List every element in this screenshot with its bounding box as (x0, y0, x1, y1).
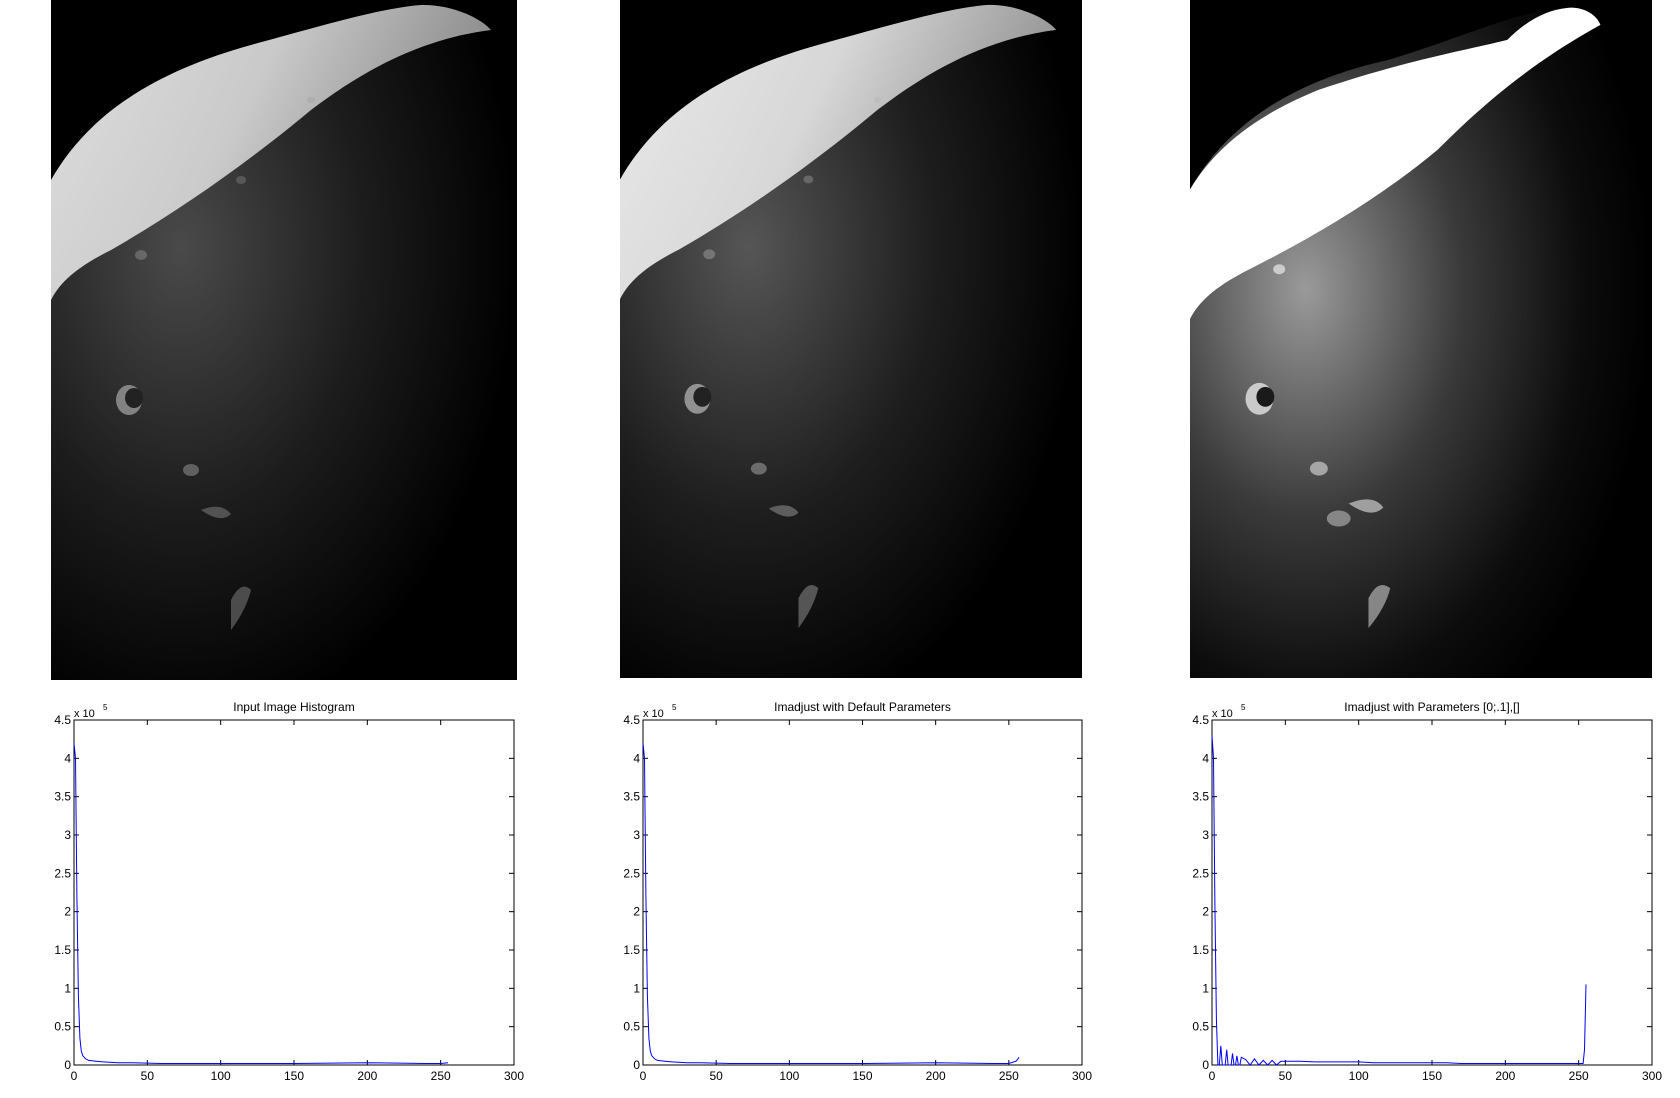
x-tick-label: 100 (1349, 1069, 1369, 1083)
y-multiplier-exponent: 5 (1241, 703, 1246, 712)
x-tick-label: 0 (71, 1069, 78, 1083)
plot-frame (1211, 719, 1653, 1066)
phobos-imadjust-clipped (1190, 0, 1652, 678)
phobos-input-image (51, 0, 517, 680)
y-tick-label: 2 (1202, 905, 1209, 919)
x-tick-label: 200 (357, 1069, 377, 1083)
y-tick-label: 4 (64, 751, 71, 765)
x-tick-label: 50 (1279, 1069, 1293, 1083)
x-tick-label: 250 (431, 1069, 451, 1083)
histogram-chart: Imadjust with Parameters [0;.1],[]x 1050… (1192, 700, 1662, 1083)
histogram-chart: Input Image Histogramx 1050 50 100 150 200 25… (54, 700, 524, 1083)
y-tick-label: 4 (633, 751, 640, 765)
y-tick-label: 0 (64, 1058, 71, 1072)
y-tick-label: 0.5 (623, 1020, 640, 1034)
x-tick-label: 200 (1495, 1069, 1515, 1083)
x-tick-label: 250 (999, 1069, 1019, 1083)
x-tick-label: 150 (284, 1069, 304, 1083)
y-multiplier-exponent: 5 (672, 703, 677, 712)
x-tick-label: 100 (211, 1069, 231, 1083)
chart-title: Input Image Histogram (233, 700, 354, 714)
y-tick-label: 2.5 (1192, 866, 1209, 880)
y-tick-label: 1 (633, 981, 640, 995)
y-tick-label: 1 (64, 981, 71, 995)
plot-frame (73, 719, 515, 1066)
plot-frame (642, 719, 1083, 1066)
histogram-chart: Imadjust with Default Parametersx 1050 50… (623, 700, 1092, 1083)
y-tick-label: 2 (64, 905, 71, 919)
x-tick-label: 200 (926, 1069, 946, 1083)
x-tick-label: 0 (640, 1069, 647, 1083)
y-tick-label: 2.5 (54, 866, 71, 880)
y-tick-label: 3 (64, 828, 71, 842)
y-multiplier-label: x 10 (74, 708, 95, 720)
y-multiplier-label: x 10 (1212, 708, 1233, 720)
figure: Input Image Histogram x 10 5 0 50 100 150 200 25… (0, 0, 1680, 1098)
phobos-imadjust-default (620, 0, 1082, 678)
histogram-series-line (642, 742, 1020, 1064)
x-tick-label: 300 (1072, 1069, 1092, 1083)
y-tick-label: 2.5 (623, 866, 640, 880)
x-tick-label: 100 (779, 1069, 799, 1083)
x-tick-label: 50 (709, 1069, 723, 1083)
x-tick-label: 250 (1569, 1069, 1589, 1083)
y-tick-label: 4 (1202, 751, 1209, 765)
y-tick-label: 0.5 (1192, 1020, 1209, 1034)
y-tick-label: 1 (1202, 981, 1209, 995)
y-multiplier-exponent: 5 (103, 703, 108, 712)
x-tick-label: 150 (1422, 1069, 1442, 1083)
x-tick-label: 0 (1209, 1069, 1216, 1083)
y-multiplier-label: x 10 (643, 708, 664, 720)
histogram-series-line (73, 742, 449, 1064)
y-tick-label: 4.5 (54, 713, 71, 727)
y-tick-label: 0 (1202, 1058, 1209, 1072)
y-tick-label: 0 (633, 1058, 640, 1072)
x-tick-label: 50 (141, 1069, 155, 1083)
y-tick-label: 3.5 (1192, 790, 1209, 804)
y-tick-label: 1.5 (623, 943, 640, 957)
x-tick-label: 300 (1642, 1069, 1662, 1083)
y-tick-label: 3.5 (54, 790, 71, 804)
chart-title: Imadjust with Parameters [0;.1],[] (1344, 700, 1519, 714)
y-tick-label: 1.5 (1192, 943, 1209, 957)
y-tick-label: 3 (633, 828, 640, 842)
x-tick-label: 300 (504, 1069, 524, 1083)
y-tick-label: 0.5 (54, 1020, 71, 1034)
y-tick-label: 4.5 (623, 713, 640, 727)
y-tick-label: 4.5 (1192, 713, 1209, 727)
y-tick-label: 3 (1202, 828, 1209, 842)
histogram-series-line (1211, 735, 1587, 1066)
y-tick-label: 3.5 (623, 790, 640, 804)
x-tick-label: 150 (852, 1069, 872, 1083)
y-tick-label: 2 (633, 905, 640, 919)
chart-title: Imadjust with Default Parameters (774, 700, 951, 714)
y-tick-label: 1.5 (54, 943, 71, 957)
